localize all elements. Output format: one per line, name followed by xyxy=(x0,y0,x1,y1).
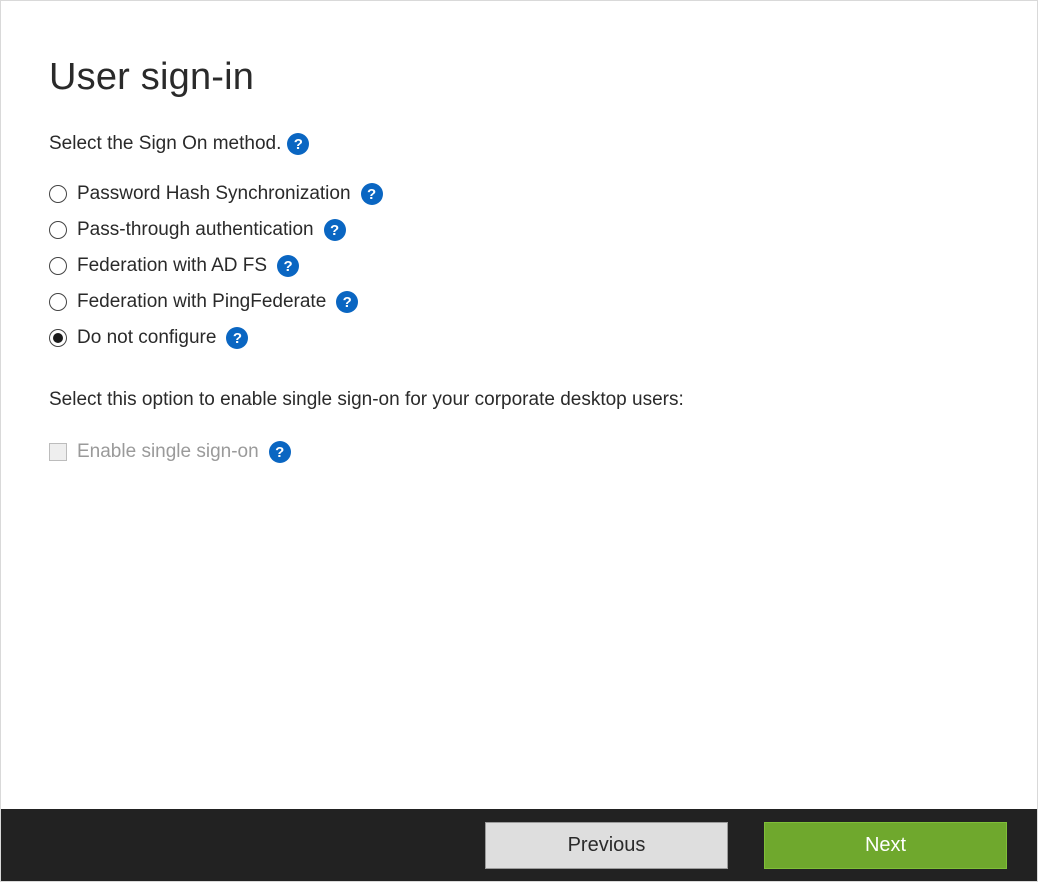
radio-option-pass-through-auth[interactable]: Pass-through authentication ? xyxy=(49,219,989,241)
radio-option-federation-adfs[interactable]: Federation with AD FS ? xyxy=(49,255,989,277)
radio-label: Federation with PingFederate xyxy=(77,291,326,313)
help-icon[interactable]: ? xyxy=(361,183,383,205)
help-icon[interactable]: ? xyxy=(324,219,346,241)
radio-button[interactable] xyxy=(49,221,67,239)
help-icon[interactable]: ? xyxy=(277,255,299,277)
content-area: User sign-in Select the Sign On method. … xyxy=(1,1,1037,463)
signon-instruction: Select the Sign On method. ? xyxy=(49,133,989,155)
enable-sso-checkbox-row: Enable single sign-on ? xyxy=(49,441,989,463)
radio-button[interactable] xyxy=(49,329,67,347)
radio-label: Pass-through authentication xyxy=(77,219,314,241)
help-icon[interactable]: ? xyxy=(269,441,291,463)
enable-sso-checkbox xyxy=(49,443,67,461)
page-title: User sign-in xyxy=(49,56,989,99)
radio-option-do-not-configure[interactable]: Do not configure ? xyxy=(49,327,989,349)
help-icon[interactable]: ? xyxy=(226,327,248,349)
enable-sso-label: Enable single sign-on xyxy=(77,441,259,463)
radio-option-federation-pingfederate[interactable]: Federation with PingFederate ? xyxy=(49,291,989,313)
next-button[interactable]: Next xyxy=(764,822,1007,869)
radio-button[interactable] xyxy=(49,257,67,275)
radio-label: Password Hash Synchronization xyxy=(77,183,351,205)
radio-label: Federation with AD FS xyxy=(77,255,267,277)
help-icon[interactable]: ? xyxy=(336,291,358,313)
wizard-page: User sign-in Select the Sign On method. … xyxy=(0,0,1038,882)
radio-label: Do not configure xyxy=(77,327,216,349)
radio-button[interactable] xyxy=(49,185,67,203)
radio-option-password-hash-sync[interactable]: Password Hash Synchronization ? xyxy=(49,183,989,205)
radio-button[interactable] xyxy=(49,293,67,311)
previous-button[interactable]: Previous xyxy=(485,822,728,869)
wizard-footer: Previous Next xyxy=(1,809,1037,881)
signon-method-radio-group: Password Hash Synchronization ? Pass-thr… xyxy=(49,183,989,349)
sso-instruction: Select this option to enable single sign… xyxy=(49,389,989,411)
signon-instruction-text: Select the Sign On method. xyxy=(49,133,281,155)
help-icon[interactable]: ? xyxy=(287,133,309,155)
